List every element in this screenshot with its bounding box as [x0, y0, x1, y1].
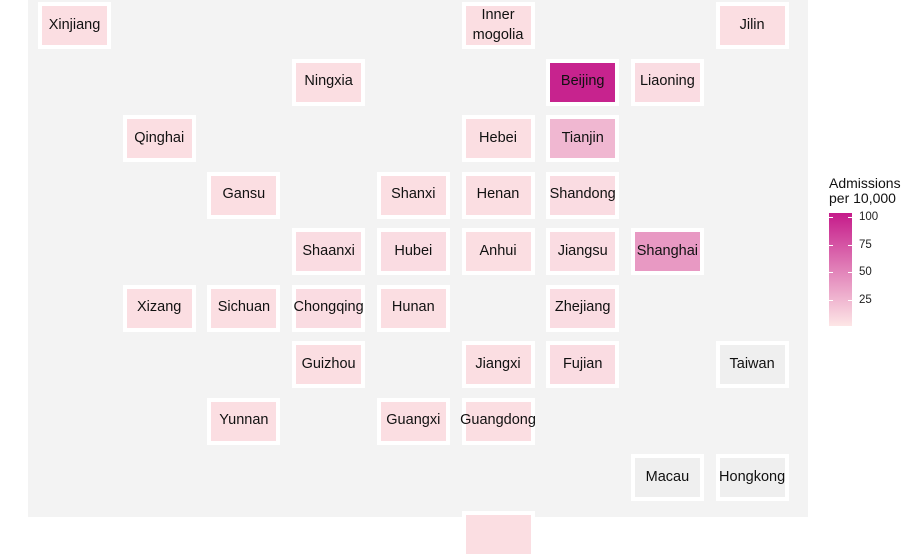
legend-tick	[829, 244, 852, 246]
tile-tianjin: Tianjin	[546, 115, 620, 162]
tile-label: Macau	[645, 468, 690, 485]
tile-label: Xizang	[137, 299, 182, 316]
tile-label: Fujian	[562, 355, 603, 372]
tile-shanghai: Shanghai	[630, 228, 704, 275]
tile-guangdong: Guangdong	[460, 397, 536, 445]
tile-guangxi: Guangxi	[376, 397, 450, 445]
color-legend: Admissions per 10,000 25 50 75 100	[829, 175, 918, 326]
tile-macau: Macau	[630, 454, 704, 501]
tile-label: Hunan	[391, 299, 435, 316]
tile-label: Guangdong	[460, 412, 536, 429]
tile-xizang: Xizang	[122, 284, 196, 332]
legend-colorbar: 25 50 75 100	[829, 211, 878, 326]
legend-tick	[829, 272, 852, 274]
tile-label: Taiwan	[729, 355, 775, 372]
tile-liaoning: Liaoning	[630, 58, 704, 106]
tile-henan: Henan	[461, 171, 535, 219]
tile-xinjiang: Xinjiang	[38, 2, 111, 49]
tile-label: Anhui	[479, 242, 517, 259]
legend-tick	[829, 217, 852, 219]
tile-shandong: Shandong	[546, 171, 620, 219]
legend-tick-label: 25	[859, 293, 872, 306]
tile-label: Henan	[476, 186, 520, 203]
tile-taiwan: Taiwan	[715, 341, 789, 388]
tile-sichuan: Sichuan	[207, 284, 281, 332]
tile-jiangsu: Jiangsu	[546, 228, 620, 275]
tile-label: Shaanxi	[302, 242, 355, 259]
tile-label: Hongkong	[719, 468, 786, 485]
tile-label: Guangxi	[386, 412, 441, 429]
tile-label: Chongqing	[293, 299, 364, 316]
tile-gansu: Gansu	[207, 171, 281, 219]
tile-jiangxi: Jiangxi	[461, 341, 535, 388]
tile-label: Jilin	[739, 16, 765, 33]
tile-qinghai: Qinghai	[122, 115, 196, 162]
tile-shaanxi: Shaanxi	[292, 228, 366, 275]
tile-label: Guizhou	[301, 355, 356, 372]
tile-label: Liaoning	[639, 73, 695, 90]
tile-label: Hebei	[479, 129, 517, 146]
tile-yunnan: Yunnan	[207, 397, 281, 445]
tile-label: Shanxi	[391, 186, 436, 203]
tile-label: Tianjin	[561, 129, 604, 146]
tile-anhui: Anhui	[461, 228, 535, 275]
tile-label: Inner mogolia	[472, 6, 524, 43]
legend-title: Admissions per 10,000	[829, 175, 901, 207]
tile-label: Shandong	[549, 186, 616, 203]
tile-label: Gansu	[222, 186, 266, 203]
tile-unlabeled	[461, 510, 535, 558]
tile-ningxia: Ningxia	[292, 58, 366, 106]
tile-jilin: Jilin	[715, 2, 789, 49]
tile-shanxi: Shanxi	[376, 171, 450, 219]
map-panel: Xinjiang Inner mogolia Jilin Ningxia Beijing…	[28, 0, 808, 558]
tile-label: Ningxia	[304, 73, 353, 90]
tile-hongkong: Hongkong	[715, 454, 789, 501]
tile-chongqing: Chongqing	[292, 284, 366, 332]
tile-label: Jiangxi	[475, 355, 521, 372]
tile-label: Xinjiang	[48, 16, 101, 33]
tile-guizhou: Guizhou	[292, 341, 366, 388]
tile-label: Shanghai	[636, 242, 699, 259]
tile-hubei: Hubei	[376, 228, 450, 275]
tile-hebei: Hebei	[461, 115, 535, 162]
tile-hunan: Hunan	[376, 284, 450, 332]
tile-inner-mogolia: Inner mogolia	[461, 2, 535, 49]
tile-zhejiang: Zhejiang	[546, 284, 620, 332]
tile-label: Qinghai	[134, 129, 185, 146]
legend-tick	[829, 299, 852, 301]
tile-beijing: Beijing	[546, 58, 620, 106]
legend-tick-label: 75	[859, 238, 872, 251]
tile-label: Yunnan	[219, 412, 269, 429]
tile-label: Hubei	[394, 242, 433, 259]
tile-fujian: Fujian	[546, 341, 620, 388]
tile-label: Sichuan	[217, 299, 271, 316]
tile-label: Beijing	[560, 73, 605, 90]
tile-label: Jiangsu	[557, 242, 608, 259]
legend-tick-label: 100	[859, 211, 879, 224]
legend-tick-label: 50	[859, 266, 872, 279]
tile-label: Zhejiang	[554, 299, 611, 316]
